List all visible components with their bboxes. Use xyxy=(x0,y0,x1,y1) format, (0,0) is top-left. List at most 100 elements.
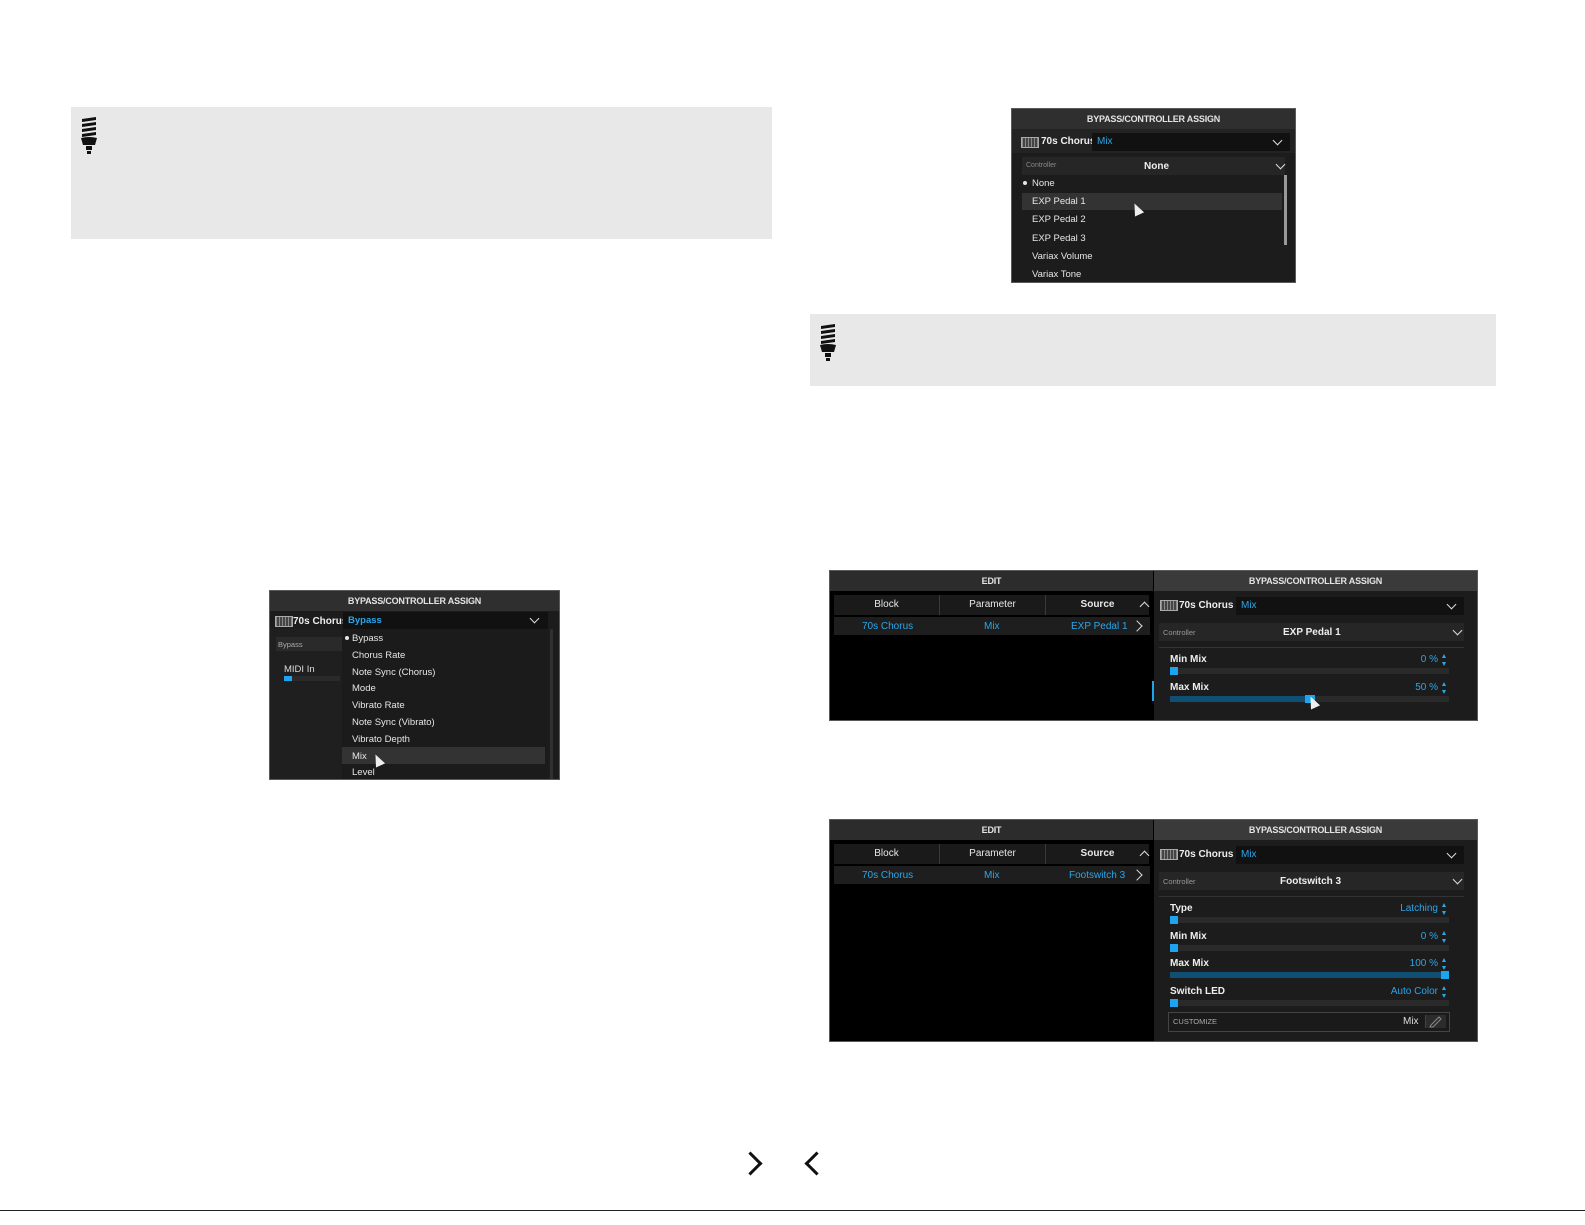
param-slider[interactable] xyxy=(1170,667,1449,675)
param-label: Max Mix xyxy=(1170,958,1209,970)
menu-item[interactable]: None xyxy=(1032,178,1055,189)
block-icon xyxy=(1160,849,1178,860)
chevron-right-icon[interactable] xyxy=(738,1151,763,1176)
row-source: EXP Pedal 1 xyxy=(1071,621,1128,632)
edit-header: EDIT xyxy=(830,571,1153,591)
chevron-left-icon[interactable] xyxy=(804,1151,829,1176)
bypass-assign-panel: BYPASS/CONTROLLER ASSIGN 70s Chorus Bypa… xyxy=(269,590,560,780)
controller-assign-panel: BYPASS/CONTROLLER ASSIGN 70s Chorus Mix … xyxy=(1011,108,1296,283)
menu-item[interactable]: Level xyxy=(352,767,375,778)
controller-value[interactable]: None xyxy=(1144,161,1169,172)
row-source: Footswitch 3 xyxy=(1069,870,1126,881)
param-select[interactable]: Mix xyxy=(1092,133,1290,151)
param-value[interactable]: 100 % xyxy=(1370,958,1438,969)
col-parameter[interactable]: Parameter xyxy=(940,595,1046,615)
controller-value[interactable]: Footswitch 3 xyxy=(1280,876,1341,887)
block-icon xyxy=(275,616,293,627)
param-value[interactable]: 0 % xyxy=(1370,931,1438,942)
controller-label: Controller xyxy=(1163,877,1196,886)
controller-value[interactable]: EXP Pedal 1 xyxy=(1283,627,1341,638)
page-rule xyxy=(0,1210,1585,1211)
param-value[interactable]: 50 % xyxy=(1370,682,1438,693)
slider-handle[interactable] xyxy=(1170,916,1178,924)
param-value[interactable]: Auto Color xyxy=(1370,986,1438,997)
menu-item[interactable]: Variax Volume xyxy=(1032,251,1093,262)
chevron-down-icon xyxy=(1446,599,1457,610)
row-parameter: Mix xyxy=(984,870,1000,881)
slider-handle[interactable] xyxy=(1170,667,1178,675)
slider-fill xyxy=(1170,696,1310,702)
stepper-arrows-icon[interactable] xyxy=(1442,903,1447,915)
row-block: 70s Chorus xyxy=(862,870,914,881)
edit-pen-icon[interactable] xyxy=(1425,1015,1446,1028)
menu-item[interactable]: Chorus Rate xyxy=(352,650,405,661)
assign-header: BYPASS/CONTROLLER ASSIGN xyxy=(1154,820,1477,840)
menu-item[interactable]: Vibrato Rate xyxy=(352,700,405,711)
scrollbar[interactable] xyxy=(550,629,553,779)
stepper-arrows-icon[interactable] xyxy=(1442,682,1447,694)
tip-box-1 xyxy=(71,107,772,239)
stepper-arrows-icon[interactable] xyxy=(1442,930,1447,943)
param-label: Max Mix xyxy=(1170,682,1209,693)
lightbulb-icon xyxy=(820,324,836,361)
menu-item[interactable]: Mode xyxy=(352,683,376,694)
midi-in-label: MIDI In xyxy=(284,664,315,675)
controller-label: Controller xyxy=(1163,628,1196,637)
block-icon xyxy=(1160,600,1178,611)
param-label: Type xyxy=(1170,903,1193,914)
scrollbar[interactable] xyxy=(1284,175,1287,245)
customize-label: CUSTOMIZE xyxy=(1173,1017,1218,1026)
menu-item[interactable]: Note Sync (Vibrato) xyxy=(352,717,435,728)
col-source[interactable]: Source xyxy=(1046,844,1149,864)
chevron-down-icon xyxy=(1446,848,1457,859)
param-select[interactable]: Bypass xyxy=(343,612,548,629)
row-parameter: Mix xyxy=(984,621,1000,632)
param-slider[interactable] xyxy=(1170,971,1449,980)
param-value[interactable]: 0 % xyxy=(1370,654,1438,665)
slider-handle[interactable] xyxy=(1441,971,1449,980)
row-block: 70s Chorus xyxy=(862,621,914,632)
block-name: 70s Chorus xyxy=(293,616,348,627)
menu-item[interactable]: Note Sync (Chorus) xyxy=(352,667,435,678)
menu-item[interactable]: Variax Tone xyxy=(1032,269,1081,280)
stepper-arrows-icon[interactable] xyxy=(1442,958,1447,971)
block-name: 70s Chorus xyxy=(1041,136,1096,147)
param-select-value: Mix xyxy=(1241,849,1257,860)
param-label: Switch LED xyxy=(1170,985,1226,997)
footswitch-assign-panel: EDIT BYPASS/CONTROLLER ASSIGN Block Para… xyxy=(829,819,1478,1042)
param-select[interactable]: Mix xyxy=(1236,846,1464,864)
block-name: 70s Chorus xyxy=(1179,600,1234,611)
stepper-arrows-icon[interactable] xyxy=(1442,654,1447,666)
col-block[interactable]: Block xyxy=(834,844,940,864)
param-value[interactable]: Latching xyxy=(1370,903,1438,914)
param-select[interactable]: Mix xyxy=(1236,597,1464,615)
lightbulb-icon xyxy=(81,117,97,154)
chevron-down-icon xyxy=(529,613,540,624)
menu-item[interactable]: Bypass xyxy=(352,633,383,644)
col-parameter[interactable]: Parameter xyxy=(940,844,1046,864)
param-select-value: Mix xyxy=(1241,600,1257,611)
col-block[interactable]: Block xyxy=(834,595,940,615)
col-source[interactable]: Source xyxy=(1046,595,1149,615)
slider-handle[interactable] xyxy=(1170,998,1178,1007)
menu-item[interactable]: EXP Pedal 2 xyxy=(1032,214,1086,225)
slider-fill xyxy=(1170,972,1449,979)
param-slider[interactable] xyxy=(1170,943,1449,952)
bypass-label: Bypass xyxy=(278,640,303,649)
menu-item[interactable]: Vibrato Depth xyxy=(352,734,410,745)
panel-header: BYPASS/CONTROLLER ASSIGN xyxy=(270,591,559,611)
stepper-arrows-icon[interactable] xyxy=(1442,985,1447,998)
customize-value: Mix xyxy=(1403,1016,1419,1027)
customize-field[interactable]: CUSTOMIZE Mix xyxy=(1168,1012,1450,1032)
menu-item[interactable]: Mix xyxy=(352,751,367,762)
menu-item[interactable]: EXP Pedal 1 xyxy=(1032,196,1086,207)
param-slider[interactable] xyxy=(1170,916,1449,924)
param-label: Min Mix xyxy=(1170,654,1207,665)
slider-handle[interactable] xyxy=(1170,943,1178,952)
menu-item[interactable]: EXP Pedal 3 xyxy=(1032,233,1086,244)
param-slider[interactable] xyxy=(1170,998,1449,1007)
edit-header: EDIT xyxy=(830,820,1153,840)
assign-header: BYPASS/CONTROLLER ASSIGN xyxy=(1154,571,1477,591)
block-icon xyxy=(1021,137,1039,148)
block-name: 70s Chorus xyxy=(1179,849,1234,860)
